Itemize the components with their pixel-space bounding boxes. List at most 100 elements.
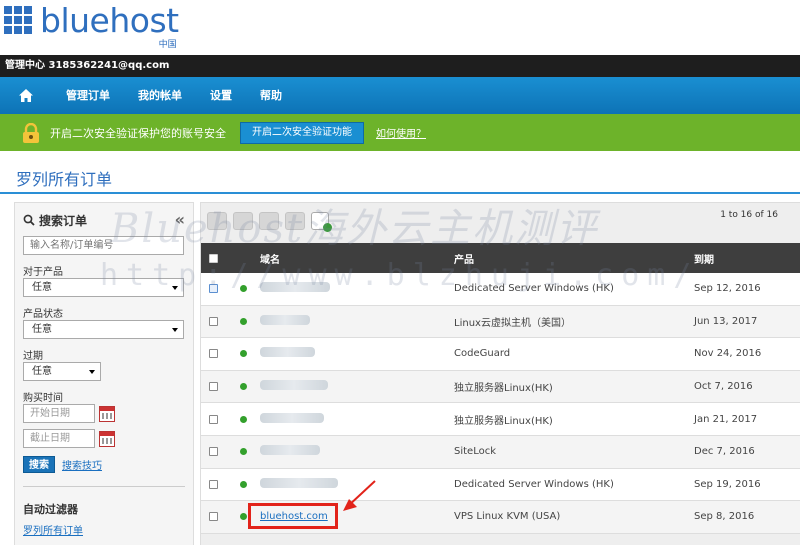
row-expire: Oct 7, 2016 [694,381,753,393]
nav-my-billing[interactable]: 我的帐单 [124,77,196,114]
status-active-icon [239,448,247,456]
table-row[interactable]: Dedicated Server Windows (HK) Sep 19, 20… [201,468,800,502]
chevron-down-icon [172,328,178,332]
annotation-arrow-icon [343,480,376,511]
order-search-input[interactable] [23,236,184,255]
logo-grid-icon [4,6,32,34]
lock-icon [22,122,40,143]
highlight-box [248,503,338,529]
row-product: Dedicated Server Windows (HK) [454,478,614,490]
start-date-input[interactable]: 开始日期 [23,404,95,423]
row-expire: Nov 24, 2016 [694,348,762,360]
expire-filter-select[interactable]: 任意 [23,362,101,381]
row-expire: Jan 21, 2017 [694,413,758,425]
edit-icon[interactable] [285,212,305,230]
expire-filter-value: 任意 [32,366,52,377]
search-icon [23,214,35,226]
how-to-use-link[interactable]: 如何使用？ [376,125,426,140]
status-active-icon [239,480,247,488]
page-title: 罗列所有订单 [16,170,113,189]
status-active-icon [239,383,247,391]
bluehost-logo[interactable]: bluehost 中国 [4,4,179,50]
home-icon [19,89,33,102]
search-button[interactable]: 搜索 [23,456,55,473]
table-row[interactable]: Linux云虚拟主机（美国） Jun 13, 2017 [201,305,800,339]
collapse-sidebar-icon[interactable]: « [175,212,185,228]
banner-text: 开启二次安全验证保护您的账号安全 [50,126,226,140]
status-active-icon [239,415,247,423]
orders-toolbar: 1 to 16 of 16 [201,203,800,239]
redacted-domain [260,314,310,325]
row-expire: Dec 7, 2016 [694,446,755,458]
pagination-count: 1 to 16 of 16 [720,210,778,220]
product-filter-value: 任意 [32,282,52,293]
header-product[interactable]: 产品 [454,251,694,266]
purchase-date-label: 购买时间 [23,393,63,404]
row-checkbox[interactable] [209,284,218,294]
status-active-icon [239,285,247,293]
enable-2fa-button[interactable]: 开启二次安全验证功能 [240,121,364,144]
table-row[interactable]: CodeGuard Nov 24, 2016 [201,338,800,371]
search-tips-link[interactable]: 搜索技巧 [62,457,102,472]
calendar-icon[interactable] [99,405,115,422]
table-header: 域名 产品 到期 [201,243,800,273]
redacted-domain [260,477,338,488]
calendar-icon[interactable] [99,430,115,447]
search-sidebar: 搜索订单 « 对于产品 任意 产品状态 任意 过期 任意 购买时间 开始日期 截… [14,202,194,545]
redacted-domain [260,380,328,391]
refresh-icon[interactable] [207,212,227,230]
table-row[interactable]: Dedicated Server Windows (HK) Sep 12, 20… [201,273,800,306]
row-expire: Sep 8, 2016 [694,511,755,523]
all-orders-link[interactable]: 罗列所有订单 [23,522,185,537]
end-date-input[interactable]: 截止日期 [23,429,95,448]
status-active-icon [239,317,247,325]
status-filter-label: 产品状态 [23,309,63,320]
select-all-checkbox[interactable] [209,253,218,263]
row-expire: Jun 13, 2017 [694,315,758,327]
status-active-icon [239,513,247,521]
nav-manage-orders[interactable]: 管理订单 [52,77,124,114]
add-list-icon[interactable] [311,212,332,232]
account-bar: 管理中心 3185362241@qq.com [0,55,800,77]
chevron-down-icon [172,286,178,290]
row-product: SiteLock [454,446,497,458]
row-checkbox[interactable] [209,316,218,326]
chevron-down-icon [89,370,95,374]
row-checkbox[interactable] [209,479,218,489]
sidebar-divider [23,486,185,487]
sync-icon[interactable] [233,212,253,230]
row-checkbox[interactable] [209,512,218,522]
row-checkbox[interactable] [209,382,218,392]
row-product: CodeGuard [454,348,511,360]
title-divider [0,192,800,194]
auto-filter-heading: 自动过滤器 [23,503,78,516]
main-nav: 管理订单 我的帐单 设置 帮助 [0,77,800,114]
status-filter-value: 任意 [32,324,52,335]
row-expire: Sep 12, 2016 [694,283,761,295]
row-product: Linux云虚拟主机（美国） [454,317,571,329]
security-banner: 开启二次安全验证保护您的账号安全 开启二次安全验证功能 如何使用？ [0,114,800,151]
status-active-icon [239,350,247,358]
row-product: 独立服务器Linux(HK) [454,383,553,395]
redacted-domain [260,412,324,423]
header-expire[interactable]: 到期 [694,251,800,266]
transfer-icon[interactable] [259,212,279,230]
table-row[interactable]: 独立服务器Linux(HK) Oct 7, 2016 [201,370,800,404]
row-checkbox[interactable] [209,414,218,424]
logo-region: 中国 [158,40,177,50]
row-product: VPS Linux KVM (USA) [454,511,561,523]
row-checkbox[interactable] [209,349,218,359]
redacted-domain [260,282,330,293]
header-domain[interactable]: 域名 [260,251,454,266]
table-row[interactable]: SiteLock Dec 7, 2016 [201,435,800,469]
row-checkbox[interactable] [209,447,218,457]
table-row[interactable]: 独立服务器Linux(HK) Jan 21, 2017 [201,403,800,436]
home-button[interactable] [0,77,52,114]
redacted-domain [260,445,320,456]
nav-settings[interactable]: 设置 [196,77,246,114]
product-filter-select[interactable]: 任意 [23,278,184,297]
status-filter-select[interactable]: 任意 [23,320,184,339]
nav-help[interactable]: 帮助 [246,77,296,114]
row-product: Dedicated Server Windows (HK) [454,283,614,295]
logo-wordmark: bluehost [40,1,179,40]
